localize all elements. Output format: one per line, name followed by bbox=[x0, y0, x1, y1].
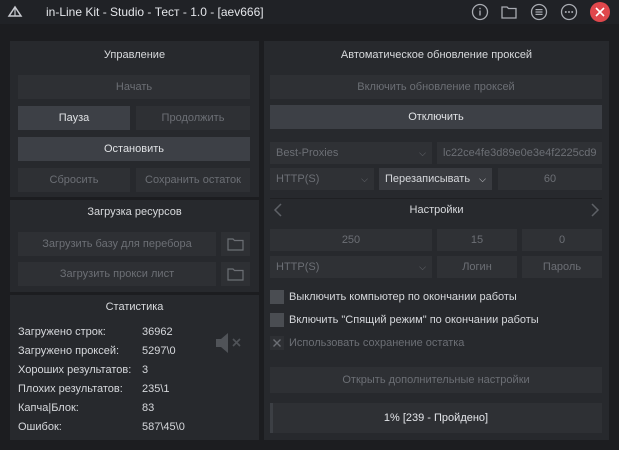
chevron-down-icon: ⌵ bbox=[361, 174, 368, 184]
proxy-source-select[interactable]: Best-Proxies ⌵ bbox=[270, 142, 432, 164]
title-bar: in-Line Kit - Studio - Тест - 1.0 - [aev… bbox=[0, 0, 619, 24]
close-icon bbox=[595, 7, 605, 17]
stat-value: 3 bbox=[142, 364, 149, 376]
stat-label: Загружено проксей: bbox=[18, 345, 120, 357]
sleep-label: Включить "Спящий режим" по окончании раб… bbox=[289, 314, 539, 326]
chevron-right-icon[interactable] bbox=[589, 203, 601, 217]
proxy-type-select[interactable]: HTTP(S) ⌵ bbox=[270, 168, 374, 190]
shutdown-checkbox[interactable] bbox=[270, 290, 284, 304]
chevron-down-icon: ⌵ bbox=[419, 148, 426, 158]
stat-value: 587\45\0 bbox=[142, 421, 185, 433]
resources-title: Загрузка ресурсов bbox=[87, 206, 182, 218]
stat-label: Капча|Блок: bbox=[18, 402, 79, 414]
stat-label: Хороших результатов: bbox=[18, 364, 132, 376]
load-base-folder-button[interactable] bbox=[221, 232, 250, 256]
close-button[interactable] bbox=[590, 2, 610, 22]
password-field[interactable]: Пароль bbox=[522, 256, 602, 278]
pause-button[interactable]: Пауза bbox=[18, 106, 130, 130]
app-logo-icon bbox=[7, 5, 23, 17]
login-field[interactable]: Логин bbox=[437, 256, 517, 278]
disable-proxy-update-button[interactable]: Отключить bbox=[270, 105, 602, 129]
stats-title: Статистика bbox=[105, 301, 164, 313]
divider bbox=[270, 198, 602, 199]
start-button[interactable]: Начать bbox=[18, 75, 250, 99]
proxy-source-value: Best-Proxies bbox=[276, 147, 339, 159]
info-icon[interactable] bbox=[471, 3, 489, 21]
load-proxy-folder-button[interactable] bbox=[221, 262, 250, 286]
menu-icon[interactable] bbox=[530, 3, 548, 21]
folder-icon bbox=[227, 238, 244, 251]
load-base-button[interactable]: Загрузить базу для перебора bbox=[18, 232, 216, 256]
extra-settings-button[interactable]: Открыть дополнительные настройки bbox=[270, 367, 602, 393]
stat-label: Загружено строк: bbox=[18, 326, 106, 338]
settings-proxy-type-value: HTTP(S) bbox=[276, 261, 320, 273]
chevron-down-icon: ⌵ bbox=[419, 262, 426, 272]
window-title: in-Line Kit - Studio - Тест - 1.0 - [aev… bbox=[46, 5, 264, 19]
reset-button[interactable]: Сбросить bbox=[18, 168, 130, 192]
folder-icon[interactable] bbox=[500, 3, 518, 21]
progress-bar: 1% [239 - Пройдено] bbox=[270, 403, 602, 433]
proxy-type-value: HTTP(S) bbox=[276, 173, 320, 185]
threads-field[interactable]: 250 bbox=[270, 229, 432, 251]
stat-label: Плохих результатов: bbox=[18, 383, 123, 395]
stat-value: 83 bbox=[142, 402, 155, 414]
timeout-field[interactable]: 15 bbox=[437, 229, 517, 251]
sound-muted-icon[interactable] bbox=[213, 331, 243, 355]
stat-label: Ошибок: bbox=[18, 421, 62, 433]
update-interval-field[interactable]: 60 bbox=[498, 168, 602, 190]
more-icon[interactable] bbox=[560, 3, 578, 21]
stat-value: 5297\0 bbox=[142, 345, 176, 357]
shutdown-label: Выключить компьютер по окончании работы bbox=[289, 291, 517, 303]
progress-text: 1% [239 - Пройдено] bbox=[383, 412, 489, 424]
save-rest-button[interactable]: Сохранить остаток bbox=[136, 168, 250, 192]
use-save-checkbox[interactable] bbox=[270, 336, 284, 350]
proxy-mode-value: Перезаписывать bbox=[385, 173, 471, 185]
stop-button[interactable]: Остановить bbox=[18, 137, 250, 161]
folder-icon bbox=[227, 268, 244, 281]
stat-value: 36962 bbox=[142, 326, 173, 338]
load-proxy-button[interactable]: Загрузить прокси лист bbox=[18, 262, 216, 286]
sleep-checkbox[interactable] bbox=[270, 313, 284, 327]
enable-proxy-update-button[interactable]: Включить обновление проксей bbox=[270, 75, 602, 99]
settings-proxy-type-select[interactable]: HTTP(S) ⌵ bbox=[270, 256, 432, 278]
api-key-field[interactable]: lc22ce4fe3d89e0e3e4f2225cd9 bbox=[437, 142, 602, 164]
settings-title: Настройки bbox=[409, 204, 464, 216]
stat-value: 235\1 bbox=[142, 383, 170, 395]
proxy-update-title: Автоматическое обновление проксей bbox=[340, 49, 533, 61]
proxy-mode-select[interactable]: Перезаписывать ⌵ bbox=[379, 168, 492, 190]
retries-field[interactable]: 0 bbox=[522, 229, 602, 251]
chevron-down-icon: ⌵ bbox=[479, 174, 486, 184]
use-save-label: Использовать сохранение остатка bbox=[289, 337, 465, 349]
resume-button[interactable]: Продолжить bbox=[136, 106, 250, 130]
control-title: Управление bbox=[103, 49, 166, 61]
